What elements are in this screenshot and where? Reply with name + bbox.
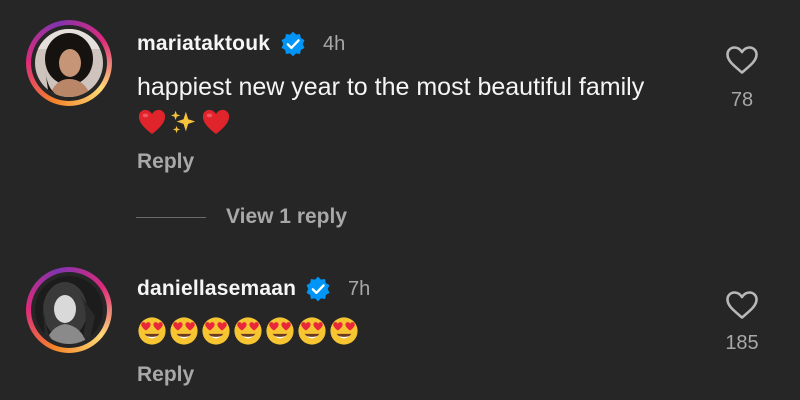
avatar[interactable] bbox=[26, 20, 112, 106]
red-heart-icon bbox=[138, 109, 166, 135]
like-count: 185 bbox=[725, 332, 759, 354]
reply-button[interactable]: Reply bbox=[137, 150, 194, 174]
heart-eyes-emoji-icon bbox=[266, 317, 294, 345]
comment-emojis bbox=[137, 108, 231, 136]
heart-eyes-emoji-icon bbox=[298, 317, 326, 345]
view-replies-button[interactable]: View 1 reply bbox=[136, 205, 347, 229]
heart-eyes-emoji-icon bbox=[330, 317, 358, 345]
heart-eyes-emoji-icon bbox=[202, 317, 230, 345]
heart-eyes-emoji-icon bbox=[234, 317, 262, 345]
reply-button[interactable]: Reply bbox=[137, 363, 194, 387]
avatar-photo bbox=[35, 276, 103, 344]
like-heart-icon[interactable] bbox=[725, 290, 759, 320]
avatar[interactable] bbox=[26, 267, 112, 353]
comment-text: happiest new year to the most beautiful … bbox=[137, 73, 645, 101]
verified-badge-icon bbox=[306, 276, 330, 302]
like-count: 78 bbox=[730, 89, 754, 111]
comment-username[interactable]: mariataktouk bbox=[137, 32, 270, 56]
view-replies-label: View 1 reply bbox=[226, 205, 348, 228]
verified-badge-icon bbox=[281, 31, 305, 57]
heart-eyes-emoji-icon bbox=[170, 317, 198, 345]
comment-item: daniellasemaan 7h Reply 185 bbox=[0, 250, 800, 400]
divider bbox=[136, 216, 206, 218]
avatar-photo bbox=[35, 29, 103, 97]
comment-time: 7h bbox=[348, 278, 371, 300]
red-heart-icon bbox=[202, 109, 230, 135]
comment-emojis bbox=[137, 316, 359, 346]
comment-username[interactable]: daniellasemaan bbox=[137, 277, 296, 301]
sparkles-icon bbox=[170, 110, 196, 134]
comment-time: 4h bbox=[323, 33, 346, 55]
comment-item: mariataktouk 4h happiest new year to the… bbox=[0, 0, 800, 200]
like-heart-icon[interactable] bbox=[725, 45, 759, 75]
heart-eyes-emoji-icon bbox=[138, 317, 166, 345]
